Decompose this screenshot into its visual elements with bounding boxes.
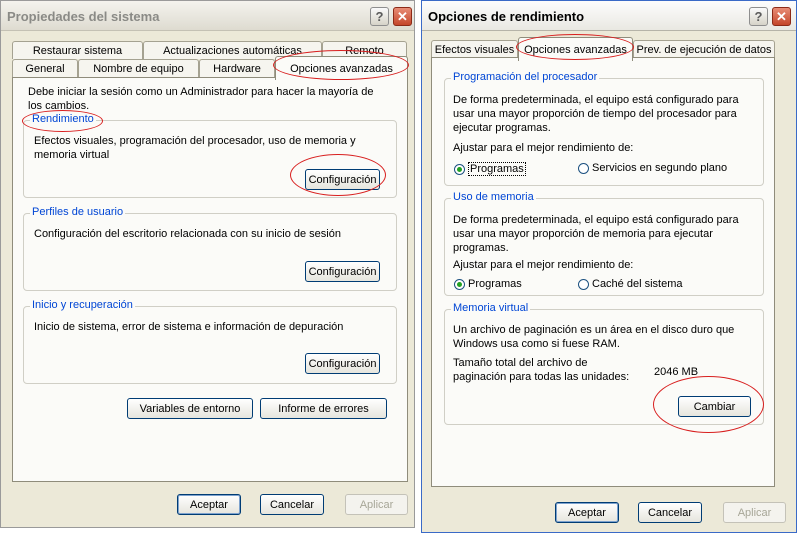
processor-programs-radio[interactable]: Programas [454, 162, 526, 176]
user-profiles-settings-button[interactable]: Configuración [305, 261, 380, 282]
apply-button[interactable]: Aplicar [723, 502, 786, 523]
virtual-memory-group: Memoria virtual Un archivo de paginación… [444, 302, 764, 425]
apply-button[interactable]: Aplicar [345, 494, 408, 515]
radio-selected-icon [454, 278, 465, 290]
performance-options-titlebar[interactable]: Opciones de rendimiento ? ✕ [422, 1, 796, 31]
virtual-memory-description: Un archivo de paginación es un área en e… [453, 324, 735, 350]
performance-group: Rendimiento Efectos visuales, programaci… [23, 113, 397, 198]
startup-recovery-group: Inicio y recuperación Inicio de sistema,… [23, 299, 397, 384]
ok-button[interactable]: Aceptar [177, 494, 241, 515]
radio-unselected-icon [578, 162, 589, 174]
window-title: Propiedades del sistema [7, 9, 160, 24]
cancel-button[interactable]: Cancelar [638, 502, 702, 523]
startup-recovery-settings-button[interactable]: Configuración [305, 353, 380, 374]
close-icon[interactable]: ✕ [772, 7, 791, 26]
window-title: Opciones de rendimiento [428, 9, 585, 24]
tab-restaurar-sistema[interactable]: Restaurar sistema [12, 41, 143, 59]
tab-opciones-avanzadas[interactable]: Opciones avanzadas [518, 37, 633, 61]
memory-programs-radio[interactable]: Programas [454, 278, 522, 290]
environment-variables-button[interactable]: Variables de entorno [127, 398, 253, 419]
help-icon[interactable]: ? [370, 7, 389, 26]
memory-adjust-label: Ajustar para el mejor rendimiento de: [453, 259, 634, 271]
close-icon[interactable]: ✕ [393, 7, 412, 26]
radio-unselected-icon [578, 278, 589, 290]
processor-description: De forma predeterminada, el equipo está … [453, 94, 739, 134]
processor-adjust-label: Ajustar para el mejor rendimiento de: [453, 142, 634, 154]
user-profiles-description: Configuración del escritorio relacionada… [34, 228, 341, 240]
tab-efectos-visuales[interactable]: Efectos visuales [431, 40, 518, 58]
user-profiles-group-title: Perfiles de usuario [30, 206, 126, 218]
admin-intro-text: Debe iniciar la sesión como un Administr… [28, 86, 374, 112]
cancel-button[interactable]: Cancelar [260, 494, 324, 515]
advanced-options-panel: Debe iniciar la sesión como un Administr… [12, 77, 408, 482]
tab-hardware[interactable]: Hardware [199, 59, 275, 77]
processor-group-title: Programación del procesador [451, 71, 600, 83]
performance-description: Efectos visuales, programación del proce… [34, 135, 356, 161]
memory-system-cache-radio[interactable]: Caché del sistema [578, 278, 683, 290]
error-reporting-button[interactable]: Informe de errores [260, 398, 387, 419]
paging-file-size-value: 2046 MB [654, 366, 699, 378]
tab-opciones-avanzadas[interactable]: Opciones avanzadas [275, 56, 408, 80]
memory-group-title: Uso de memoria [451, 191, 536, 203]
performance-advanced-panel: Programación del procesador De forma pre… [431, 57, 775, 487]
system-properties-window: Propiedades del sistema ? ✕ Restaurar si… [0, 0, 415, 528]
virtual-memory-group-title: Memoria virtual [451, 302, 531, 314]
tab-nombre-de-equipo[interactable]: Nombre de equipo [78, 59, 199, 77]
ok-button[interactable]: Aceptar [555, 502, 619, 523]
startup-recovery-group-title: Inicio y recuperación [30, 299, 135, 311]
help-icon[interactable]: ? [749, 7, 768, 26]
startup-recovery-description: Inicio de sistema, error de sistema e in… [34, 321, 344, 333]
paging-file-size-label: Tamaño total del archivo de paginación p… [453, 357, 630, 383]
radio-selected-icon [454, 163, 465, 175]
performance-group-title: Rendimiento [30, 113, 96, 125]
processor-background-services-radio[interactable]: Servicios en segundo plano [578, 162, 727, 174]
memory-usage-group: Uso de memoria De forma predeterminada, … [444, 191, 764, 296]
performance-options-window: Opciones de rendimiento ? ✕ Efectos visu… [421, 0, 797, 533]
system-properties-titlebar[interactable]: Propiedades del sistema ? ✕ [1, 1, 414, 31]
memory-description: De forma predeterminada, el equipo está … [453, 214, 739, 254]
change-virtual-memory-button[interactable]: Cambiar [678, 396, 751, 417]
tab-prevencion-ejecucion-datos[interactable]: Prev. de ejecución de datos [633, 40, 775, 58]
tab-general[interactable]: General [12, 59, 78, 77]
user-profiles-group: Perfiles de usuario Configuración del es… [23, 206, 397, 291]
performance-settings-button[interactable]: Configuración [305, 169, 380, 190]
processor-scheduling-group: Programación del procesador De forma pre… [444, 71, 764, 186]
